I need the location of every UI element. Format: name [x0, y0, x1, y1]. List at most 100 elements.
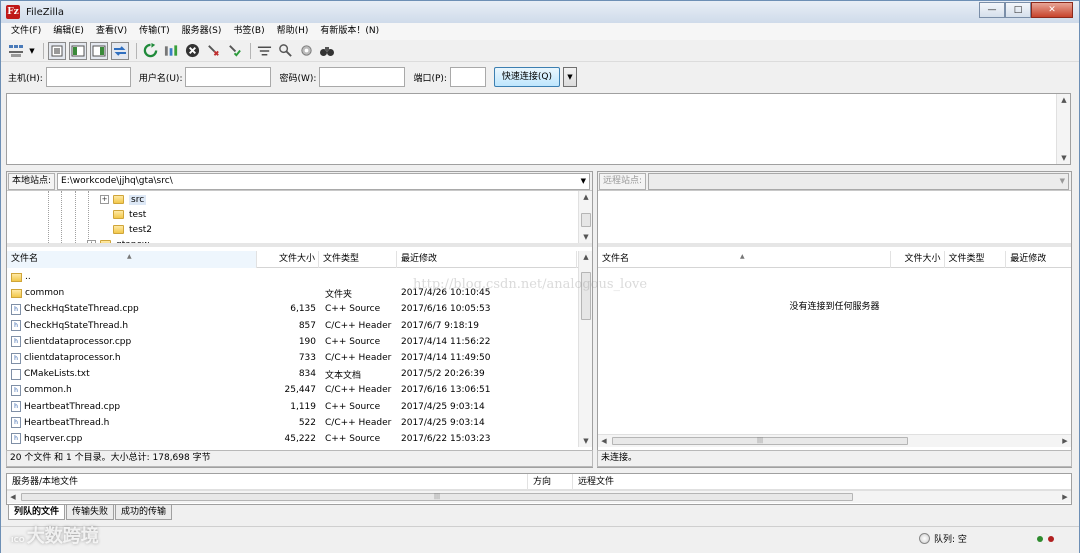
- remote-directory-tree[interactable]: [598, 191, 1071, 247]
- scroll-down-icon[interactable]: ▼: [579, 435, 593, 447]
- file-size: 857: [298, 320, 316, 331]
- column-filesize[interactable]: 文件大小: [891, 251, 945, 268]
- tree-scrollbar[interactable]: ▲ ▼: [578, 191, 592, 243]
- compare-icon[interactable]: [276, 42, 294, 60]
- search-icon[interactable]: [318, 42, 336, 60]
- password-input[interactable]: [319, 67, 406, 87]
- file-row[interactable]: common 文件夹 2017/4/26 10:10:45: [7, 285, 592, 301]
- menu-server[interactable]: 服务器(S): [176, 23, 228, 40]
- scroll-up-icon[interactable]: ▲: [579, 191, 592, 203]
- tab-queued-files[interactable]: 列队的文件: [8, 505, 66, 520]
- scroll-down-icon[interactable]: ▼: [1057, 152, 1071, 164]
- menu-bookmarks[interactable]: 书签(B): [227, 23, 270, 40]
- menu-transfer[interactable]: 传输(T): [133, 23, 176, 40]
- column-filename[interactable]: ▲ 文件名: [598, 251, 891, 268]
- file-row[interactable]: h HeartbeatThread.cpp 1,119 C++ Source 2017/…: [7, 399, 592, 415]
- disconnect-icon[interactable]: [204, 42, 222, 60]
- dropdown-arrow-icon[interactable]: ▼: [28, 42, 36, 60]
- scroll-right-icon[interactable]: ▶: [1059, 435, 1071, 447]
- minimize-button[interactable]: —: [979, 2, 1005, 18]
- file-type: C++ Source: [325, 304, 381, 315]
- tab-failed-transfers[interactable]: 传输失败: [66, 505, 115, 520]
- scroll-up-icon[interactable]: ▲: [1057, 94, 1071, 106]
- column-direction[interactable]: 方向: [528, 474, 573, 490]
- scroll-down-icon[interactable]: ▼: [579, 231, 592, 243]
- file-size: 6,135: [290, 304, 316, 315]
- scroll-thumb[interactable]: |||: [21, 493, 853, 501]
- local-file-list[interactable]: .. common 文件夹 2017/4/26 10:10:45 h CheckHqSta…: [7, 269, 592, 447]
- local-path-combobox[interactable]: E:\workcode\jjhq\gta\src\ ▼: [57, 172, 590, 190]
- toggle-local-tree-icon[interactable]: [69, 41, 87, 60]
- file-row[interactable]: h clientdataprocessor.cpp 190 C++ Source 201…: [7, 334, 592, 350]
- chevron-down-icon[interactable]: ▼: [1060, 174, 1065, 189]
- sync-browse-icon[interactable]: [297, 42, 315, 60]
- scroll-thumb[interactable]: [581, 272, 591, 320]
- username-input[interactable]: [185, 67, 272, 87]
- queue-horizontal-scrollbar[interactable]: ◀ ||| ▶: [7, 490, 1071, 503]
- menu-view[interactable]: 查看(V): [90, 23, 133, 40]
- close-button[interactable]: ✕: [1031, 2, 1073, 18]
- tree-item-gtanew[interactable]: + gtanew: [87, 237, 149, 243]
- scroll-up-icon[interactable]: ▲: [579, 251, 593, 263]
- toggle-log-icon[interactable]: [48, 41, 66, 60]
- cancel-icon[interactable]: [183, 42, 201, 60]
- toggle-remote-tree-icon[interactable]: [90, 41, 108, 60]
- tree-item-test2[interactable]: test2: [113, 222, 152, 237]
- column-filetype[interactable]: 文件类型: [945, 251, 1007, 268]
- tree-item-label: test: [129, 209, 147, 220]
- column-filetype[interactable]: 文件类型: [319, 251, 397, 268]
- reconnect-icon[interactable]: [225, 42, 243, 60]
- tree-item-test[interactable]: test: [113, 207, 146, 222]
- local-directory-tree[interactable]: + src test test2 + gtanew ▲ ▼: [7, 191, 592, 247]
- tree-guide-line: [48, 191, 49, 243]
- site-manager-icon[interactable]: [7, 42, 25, 60]
- file-row[interactable]: h CheckHqStateThread.h 857 C/C++ Header 2017…: [7, 318, 592, 334]
- menu-help[interactable]: 帮助(H): [271, 23, 315, 40]
- host-input[interactable]: [45, 67, 131, 87]
- file-row[interactable]: h clientdataprocessor.h 733 C/C++ Header 201…: [7, 350, 592, 366]
- file-row[interactable]: ..: [7, 269, 592, 285]
- scroll-thumb[interactable]: [581, 213, 591, 227]
- scroll-thumb[interactable]: |||: [612, 437, 908, 445]
- column-remote-file[interactable]: 远程文件: [573, 474, 1071, 490]
- refresh-icon[interactable]: [141, 42, 159, 60]
- menu-edit[interactable]: 编辑(E): [47, 23, 90, 40]
- column-filename[interactable]: ▲ 文件名: [7, 251, 257, 268]
- header-file-icon: h: [11, 417, 21, 429]
- maximize-button[interactable]: □: [1005, 2, 1031, 18]
- sort-ascending-icon: ▲: [127, 253, 132, 260]
- quickconnect-button[interactable]: 快速连接(Q): [493, 67, 560, 87]
- remote-path-combobox[interactable]: ▼: [648, 172, 1069, 190]
- message-log-scrollbar[interactable]: ▲ ▼: [1056, 94, 1070, 164]
- file-row[interactable]: h HeartbeatThread.h 522 C/C++ Header 2017/4/…: [7, 415, 592, 431]
- column-modified[interactable]: 最近修改: [397, 251, 577, 268]
- file-row[interactable]: h common.h 25,447 C/C++ Header 2017/6/16 13:…: [7, 382, 592, 398]
- menu-new-version[interactable]: 有新版本！(N): [314, 23, 385, 40]
- expand-icon[interactable]: +: [100, 195, 109, 204]
- file-row[interactable]: h CheckHqStateThread.cpp 6,135 C++ Source 20…: [7, 301, 592, 317]
- quickconnect-dropdown-icon[interactable]: ▼: [562, 67, 577, 87]
- remote-horizontal-scrollbar[interactable]: ◀ ||| ▶: [598, 434, 1071, 447]
- file-modified: 2017/5/2 20:26:39: [401, 369, 485, 380]
- column-modified[interactable]: 最近修改: [1006, 251, 1071, 268]
- scroll-left-icon[interactable]: ◀: [598, 435, 610, 447]
- column-filesize[interactable]: 文件大小: [257, 251, 319, 268]
- process-queue-icon[interactable]: [162, 42, 180, 60]
- toggle-queue-icon[interactable]: [111, 41, 129, 60]
- menu-file[interactable]: 文件(F): [5, 23, 47, 40]
- scroll-right-icon[interactable]: ▶: [1059, 491, 1071, 503]
- message-log[interactable]: ▲ ▼: [6, 93, 1071, 165]
- file-row[interactable]: h hqserver.cpp 45,222 C++ Source 2017/6/22 1…: [7, 431, 592, 447]
- file-row[interactable]: CMakeLists.txt 834 文本文档 2017/5/2 20:26:39: [7, 366, 592, 382]
- tab-successful-transfers[interactable]: 成功的传输: [115, 505, 173, 520]
- scroll-left-icon[interactable]: ◀: [7, 491, 19, 503]
- column-server-local-file[interactable]: 服务器/本地文件: [7, 474, 528, 490]
- chevron-down-icon[interactable]: ▼: [581, 174, 586, 189]
- local-list-scrollbar[interactable]: ▲ ▼: [578, 251, 592, 447]
- expand-icon[interactable]: +: [87, 240, 96, 243]
- tree-item-src[interactable]: + src: [100, 192, 147, 207]
- file-size: 45,222: [284, 433, 317, 444]
- transfer-queue[interactable]: 服务器/本地文件 方向 远程文件 ◀ ||| ▶: [6, 473, 1072, 505]
- port-input[interactable]: [449, 67, 486, 87]
- filter-icon[interactable]: [255, 42, 273, 60]
